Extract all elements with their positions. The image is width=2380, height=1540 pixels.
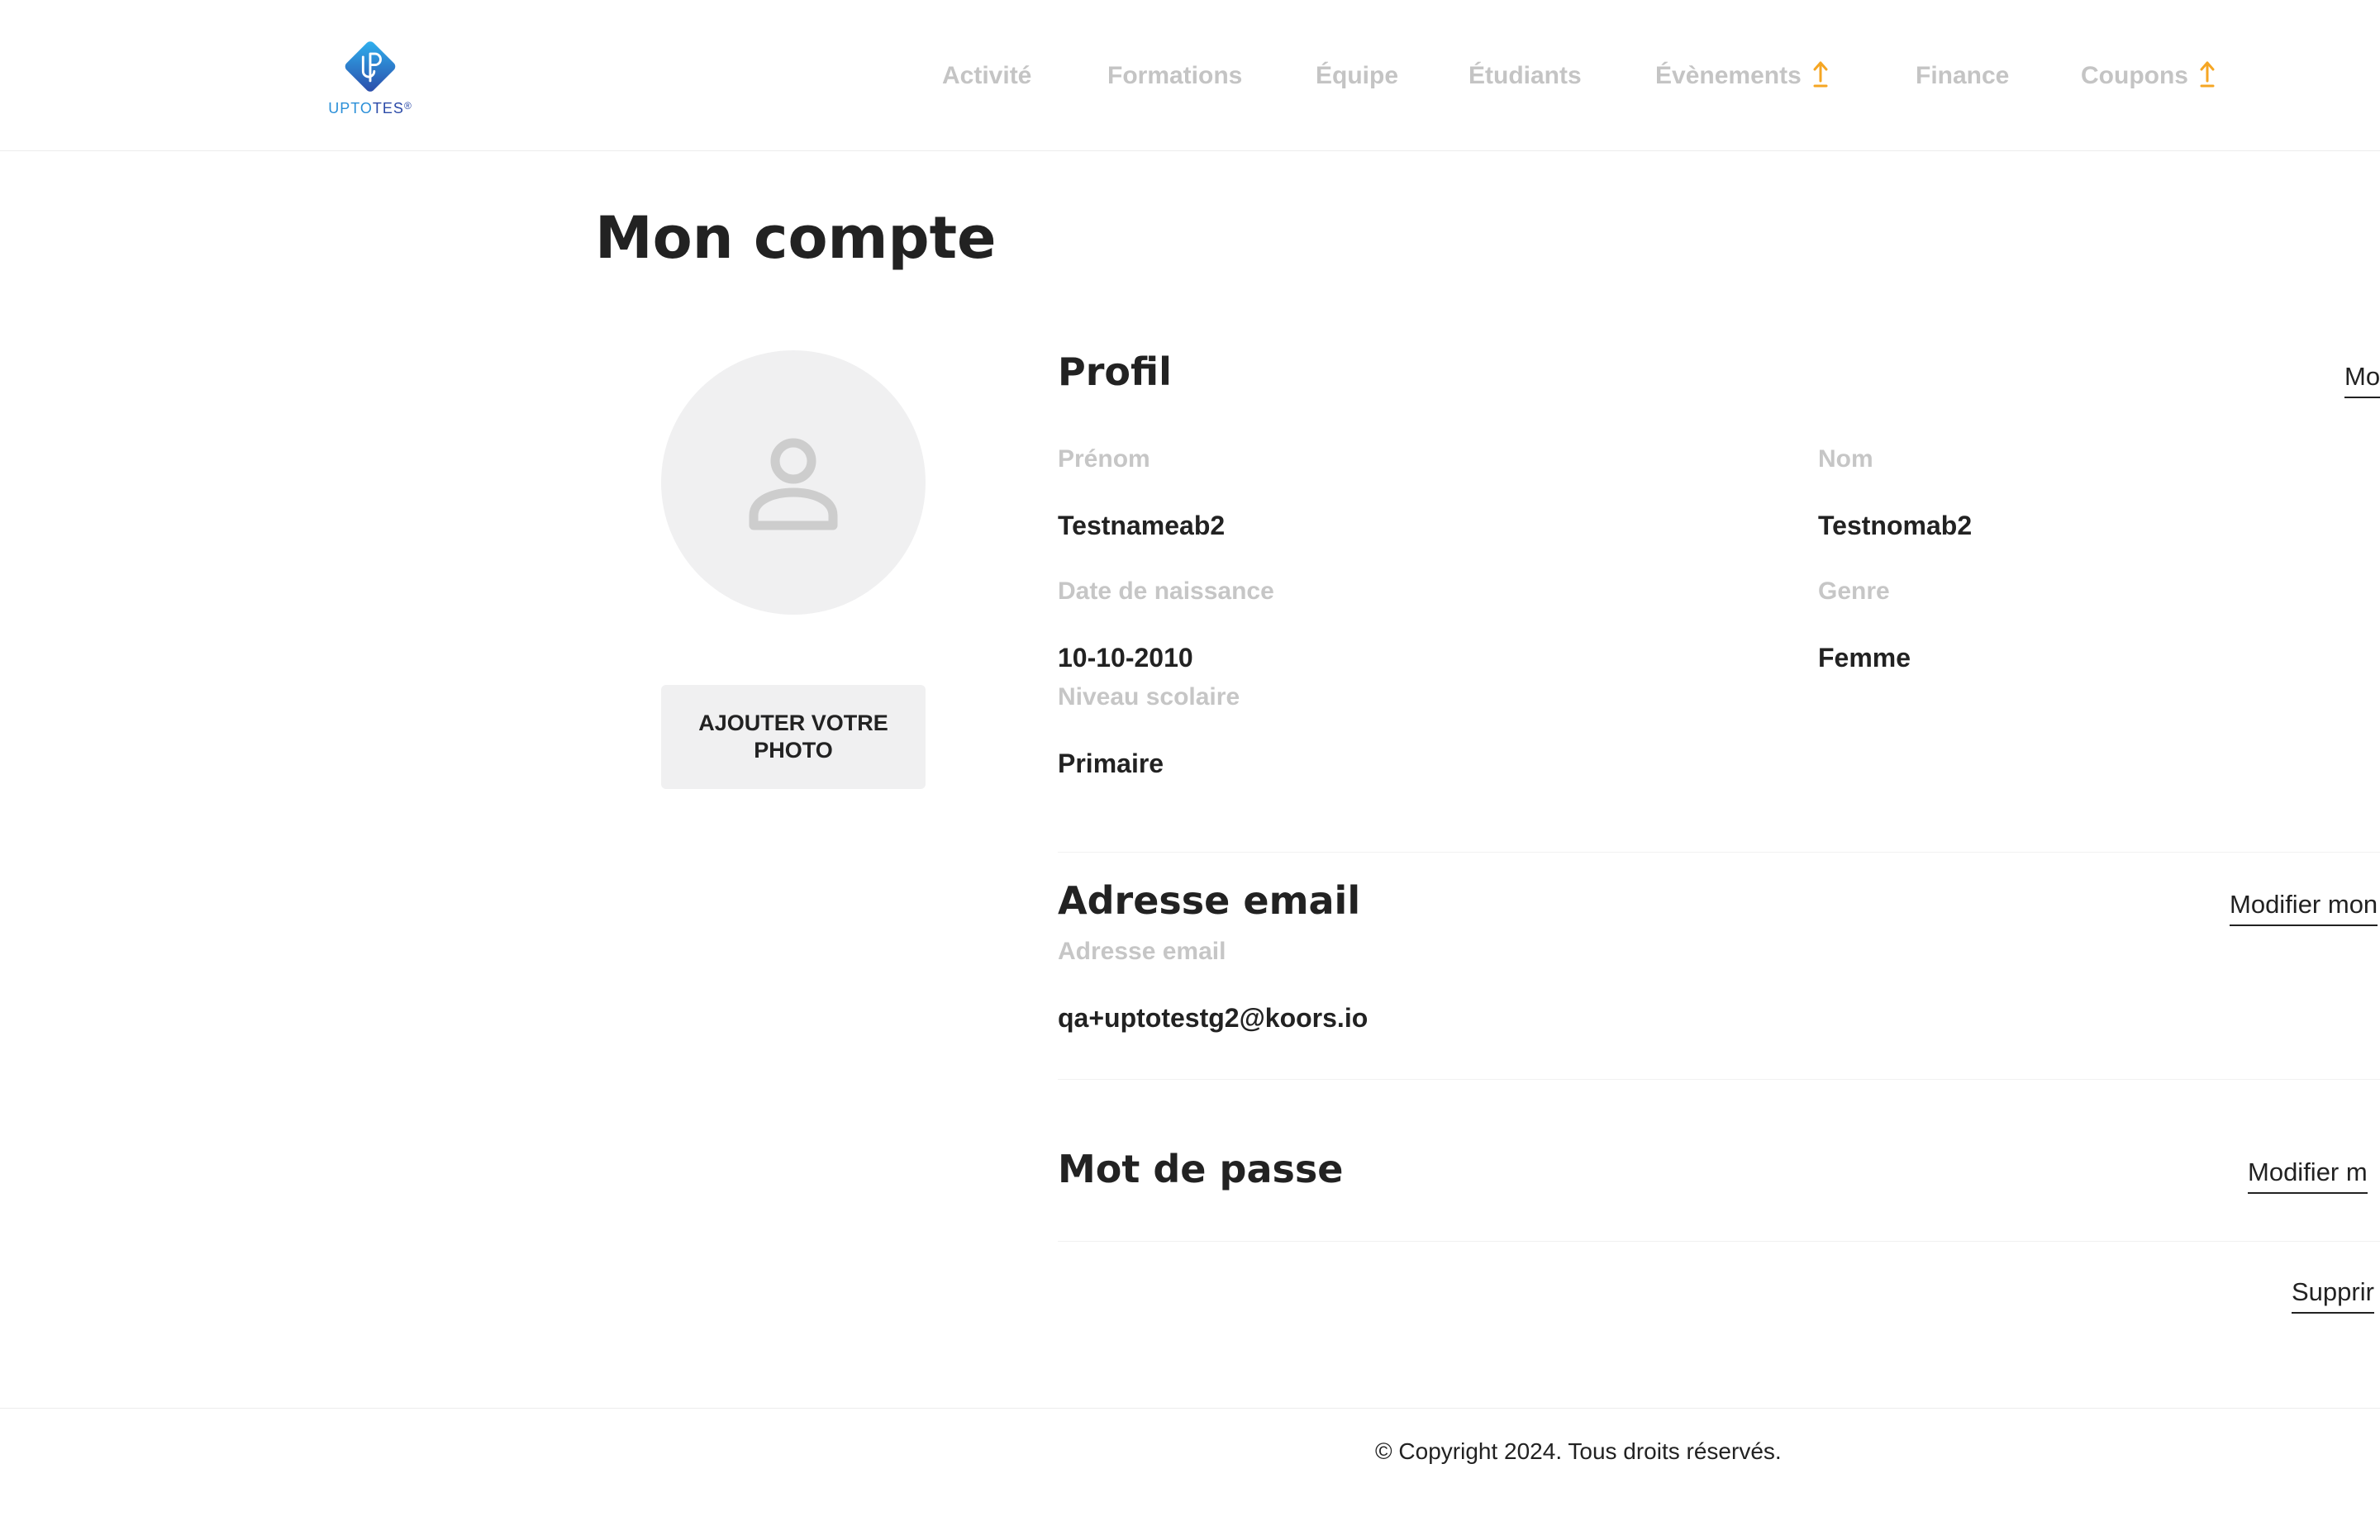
logo-text-part1: UPTO [328,100,373,116]
profile-section-title: Profil [1058,349,1172,394]
email-section-title: Adresse email [1058,878,1361,923]
nav-item-activite[interactable]: Activité [942,59,1031,93]
nav-item-coupons[interactable]: Coupons [2081,59,2215,93]
school-level-value: Primaire [1058,749,1164,778]
birth-date-label: Date de naissance [1058,578,1274,605]
section-divider [1058,1241,2380,1242]
nav-item-etudiants[interactable]: Étudiants [1468,59,1582,93]
page-title: Mon compte [595,204,997,272]
first-name-value: Testnameab2 [1058,511,1226,540]
edit-password-link[interactable]: Modifier m [2248,1156,2368,1194]
top-header: UPTOTES® Activité Formations Équipe Étud… [0,0,2380,151]
logo-text-part2: TES [372,100,404,116]
nav-item-finance[interactable]: Finance [1916,59,2009,93]
footer-copyright: © Copyright 2024. Tous droits réservés. [1375,1438,1782,1464]
upgrade-arrow-icon [1813,59,1828,89]
footer-divider [0,1408,2380,1409]
delete-account-link[interactable]: Supprir [2292,1276,2374,1314]
email-value: qa+uptotestg2@koors.io [1058,1003,1368,1033]
nav-item-equipe[interactable]: Équipe [1316,59,1398,93]
add-photo-button[interactable]: AJOUTER VOTRE PHOTO [661,685,926,789]
nav-item-coupons-label: Coupons [2081,62,2188,89]
school-level-label: Niveau scolaire [1058,683,1240,711]
email-label: Adresse email [1058,938,1226,965]
upgrade-arrow-icon [2200,59,2215,89]
logo-registered-mark: ® [403,100,412,112]
edit-profile-link[interactable]: Mo [2344,360,2380,398]
gender-label: Genre [1818,578,1890,605]
nav-item-evenements[interactable]: Évènements [1655,59,1828,93]
avatar [661,350,926,615]
nav-item-formations[interactable]: Formations [1107,59,1242,93]
last-name-label: Nom [1818,445,1873,473]
gender-value: Femme [1818,643,1911,673]
first-name-label: Prénom [1058,445,1150,473]
section-divider [1058,1079,2380,1080]
last-name-value: Testnomab2 [1818,511,1973,540]
uptotes-logo-text: UPTOTES® [328,100,412,117]
nav-item-evenements-label: Évènements [1655,62,1802,89]
main-nav: Activité Formations Équipe Étudiants Évè… [0,59,2380,93]
password-section-title: Mot de passe [1058,1147,1344,1191]
user-placeholder-icon [749,438,838,530]
section-divider [1058,852,2380,853]
birth-date-value: 10-10-2010 [1058,643,1193,673]
edit-email-link[interactable]: Modifier mon [2230,888,2378,926]
